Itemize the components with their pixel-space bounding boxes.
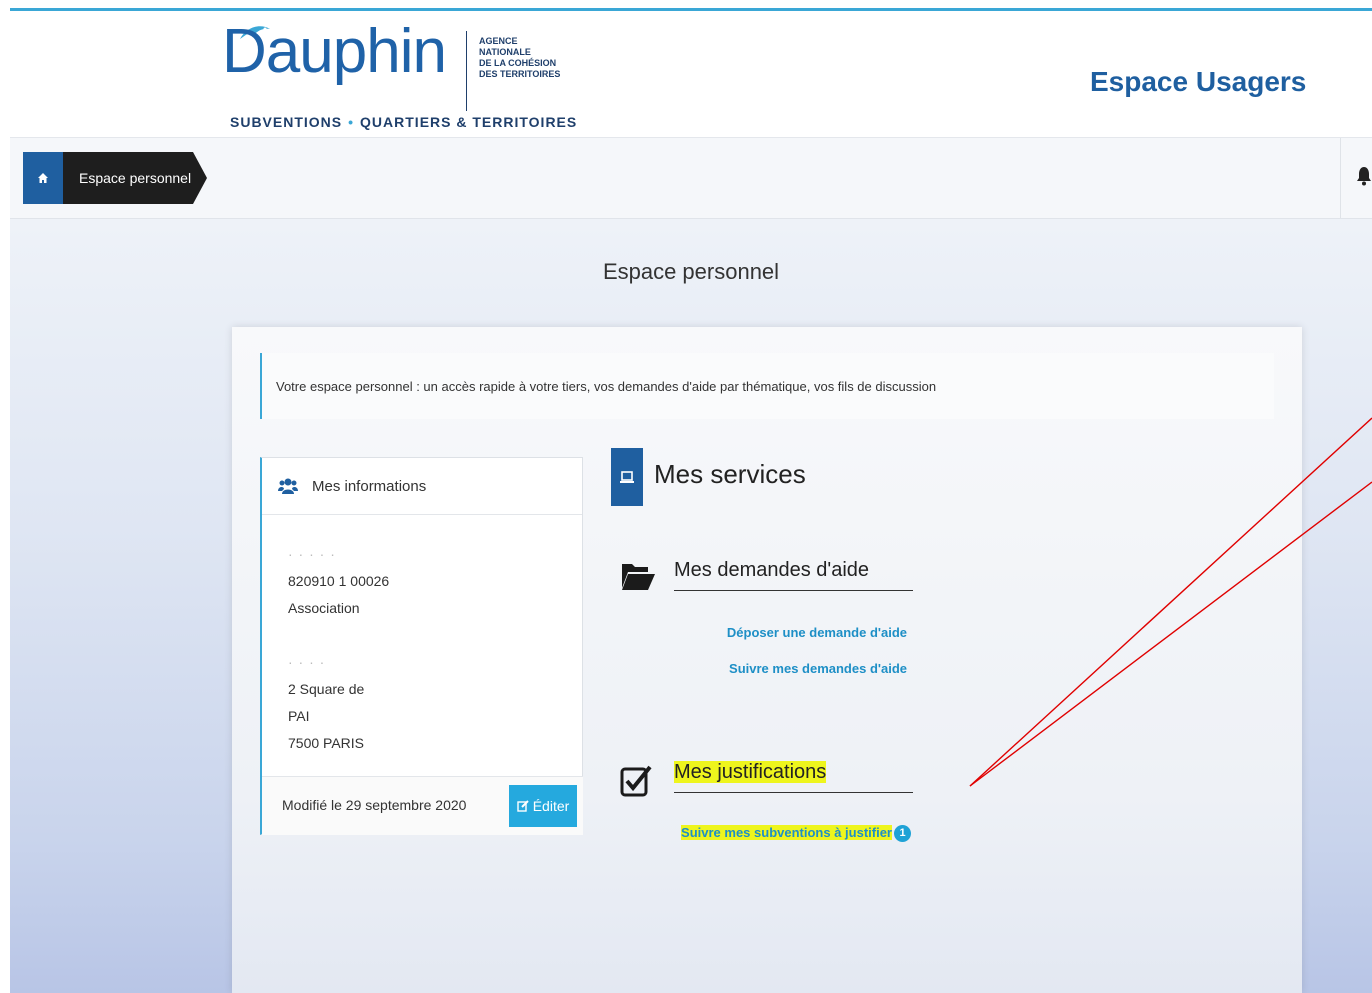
justifications-title: Mes justifications — [674, 761, 913, 793]
edit-button[interactable]: Éditer — [509, 785, 577, 827]
info-line-city: PAI — [288, 708, 310, 724]
info-line-address: 2 Square de — [288, 681, 365, 697]
bell-icon[interactable] — [1356, 166, 1372, 186]
aid-requests-title: Mes demandes d'aide — [674, 559, 913, 591]
space-title: Espace Usagers — [1090, 66, 1307, 97]
edit-icon — [517, 800, 529, 812]
bell-divider — [1340, 138, 1341, 218]
frame-left — [0, 0, 10, 993]
services-badge — [611, 448, 643, 506]
edit-button-label: Éditer — [532, 798, 570, 814]
info-line-postcode: 7500 PARIS — [288, 735, 365, 751]
users-icon — [278, 478, 298, 494]
intro-banner: Votre espace personnel : un accès rapide… — [260, 353, 1274, 419]
breadcrumb: Espace personnel — [10, 138, 1372, 219]
track-requests-link[interactable]: Suivre mes demandes d'aide — [672, 661, 907, 676]
breadcrumb-home[interactable] — [23, 152, 63, 204]
folder-open-icon — [622, 564, 655, 590]
main-content: Espace personnel Votre espace personnel … — [10, 219, 1372, 993]
breadcrumb-arrow — [193, 152, 207, 204]
info-panel-title: Mes informations — [312, 477, 427, 495]
redacted-line: · · · · · — [288, 546, 336, 562]
agency-logo-text: AGENCE NATIONALE DE LA COHÉSION DES TERR… — [479, 36, 561, 79]
check-square-icon — [620, 765, 652, 797]
personal-space-card: Votre espace personnel : un accès rapide… — [232, 327, 1302, 993]
info-line-type: Association — [288, 600, 360, 616]
submit-request-link[interactable]: Déposer une demande d'aide — [672, 625, 907, 640]
info-line-siret: 820910 1 00026 — [288, 573, 390, 589]
page-title: Espace personnel — [602, 259, 780, 284]
track-justifications-link[interactable]: Suivre mes subventions à justifier 1 — [672, 825, 911, 843]
modified-date: Modifié le 29 septembre 2020 — [282, 797, 467, 813]
logo-wordmark[interactable]: Dauphin — [222, 21, 447, 83]
info-panel: Mes informations · · · · · 820910 1 0002… — [260, 457, 583, 835]
pending-count-badge: 1 — [894, 825, 911, 843]
site-header: Dauphin AGENCE NATIONALE DE LA COHÉSION … — [10, 11, 1372, 138]
services-title: Mes services — [654, 459, 806, 489]
breadcrumb-current[interactable]: Espace personnel — [63, 152, 193, 204]
tagline: SUBVENTIONS • QUARTIERS & TERRITOIRES — [230, 114, 578, 130]
info-panel-header: Mes informations — [262, 458, 582, 515]
laptop-icon — [620, 471, 634, 483]
logo-divider — [466, 31, 467, 111]
info-panel-footer: Modifié le 29 septembre 2020 Éditer — [262, 776, 583, 835]
redacted-line: · · · · — [288, 654, 326, 670]
home-icon — [38, 173, 48, 183]
info-panel-body: · · · · · 820910 1 00026 Association · ·… — [262, 515, 582, 757]
